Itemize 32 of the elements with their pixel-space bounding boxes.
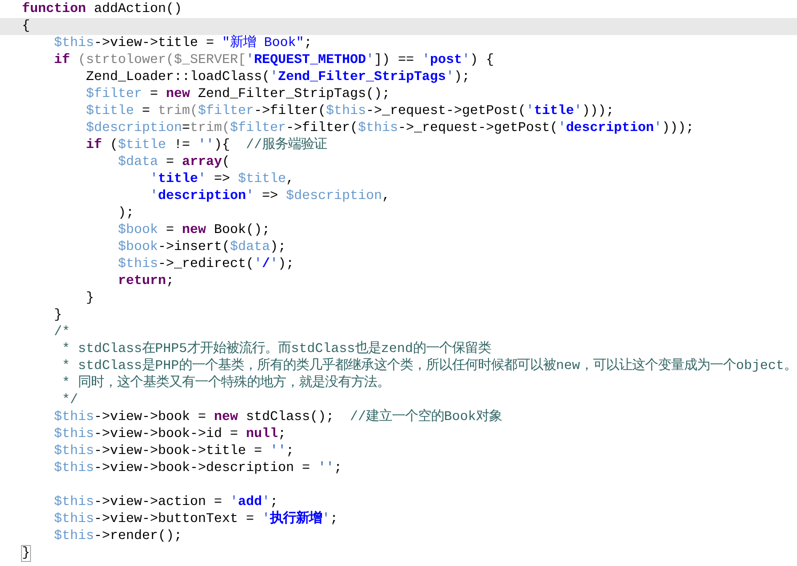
code-line: $title = trim($filter->filter($this->_request->getPost('title'))); [86,103,614,120]
code-line: if (strtolower($_SERVER['REQUEST_METHOD']) == 'post') { [54,52,494,69]
code-line: $this->render(); [54,528,182,545]
code-line: Zend_Loader::loadClass('Zend_Filter_StripTags'); [86,69,470,86]
code-line: */ [62,392,78,409]
code-line: * 同时，这个基类又有一个特殊的地方，就是没有方法。 [62,375,390,392]
code-line: function addAction() [22,1,182,18]
code-line: $this->view->title = "新增 Book"; [54,35,312,52]
code-line: $filter = new Zend_Filter_StripTags(); [86,86,390,103]
code-line: $this->view->book->id = null; [54,426,286,443]
code-line: /* [54,324,70,341]
code-line: $this->view->book->description = ''; [54,460,342,477]
code-line: } [22,545,30,562]
code-line: if ($title != ''){ //服务端验证 [86,137,327,154]
code-line: $this->view->buttonText = '执行新增'; [54,511,338,528]
code-line: * stdClass是PHP的一个基类，所有的类几乎都继承这个类，所以任何时候都可以被new，可以让这个变量成为一个object。 [62,358,797,374]
code-line: $this->_redirect('/'); [118,256,294,273]
code-line: } [86,290,94,307]
code-line: $this->view->book = new stdClass(); //建立一个空的Book对象 [54,409,502,426]
code-line: $description=trim($filter->filter($this->_request->getPost('description'))); [86,120,694,137]
code-line: * stdClass在PHP5才开始被流行。而stdClass也是zend的一个保留类 [62,341,491,358]
code-line: 'description' => $description, [150,188,390,205]
code-line: $book = new Book(); [118,222,270,239]
code-line: $book->insert($data); [118,239,286,256]
code-line: return; [118,273,174,290]
code-line: 'title' => $title, [150,171,294,188]
code-line: $this->view->action = 'add'; [54,494,278,510]
code-line: ); [118,205,134,222]
code-line: { [22,18,30,35]
code-line: } [54,307,62,324]
code-line: $data = array( [118,154,230,171]
code-line: $this->view->book->title = ''; [54,443,294,460]
